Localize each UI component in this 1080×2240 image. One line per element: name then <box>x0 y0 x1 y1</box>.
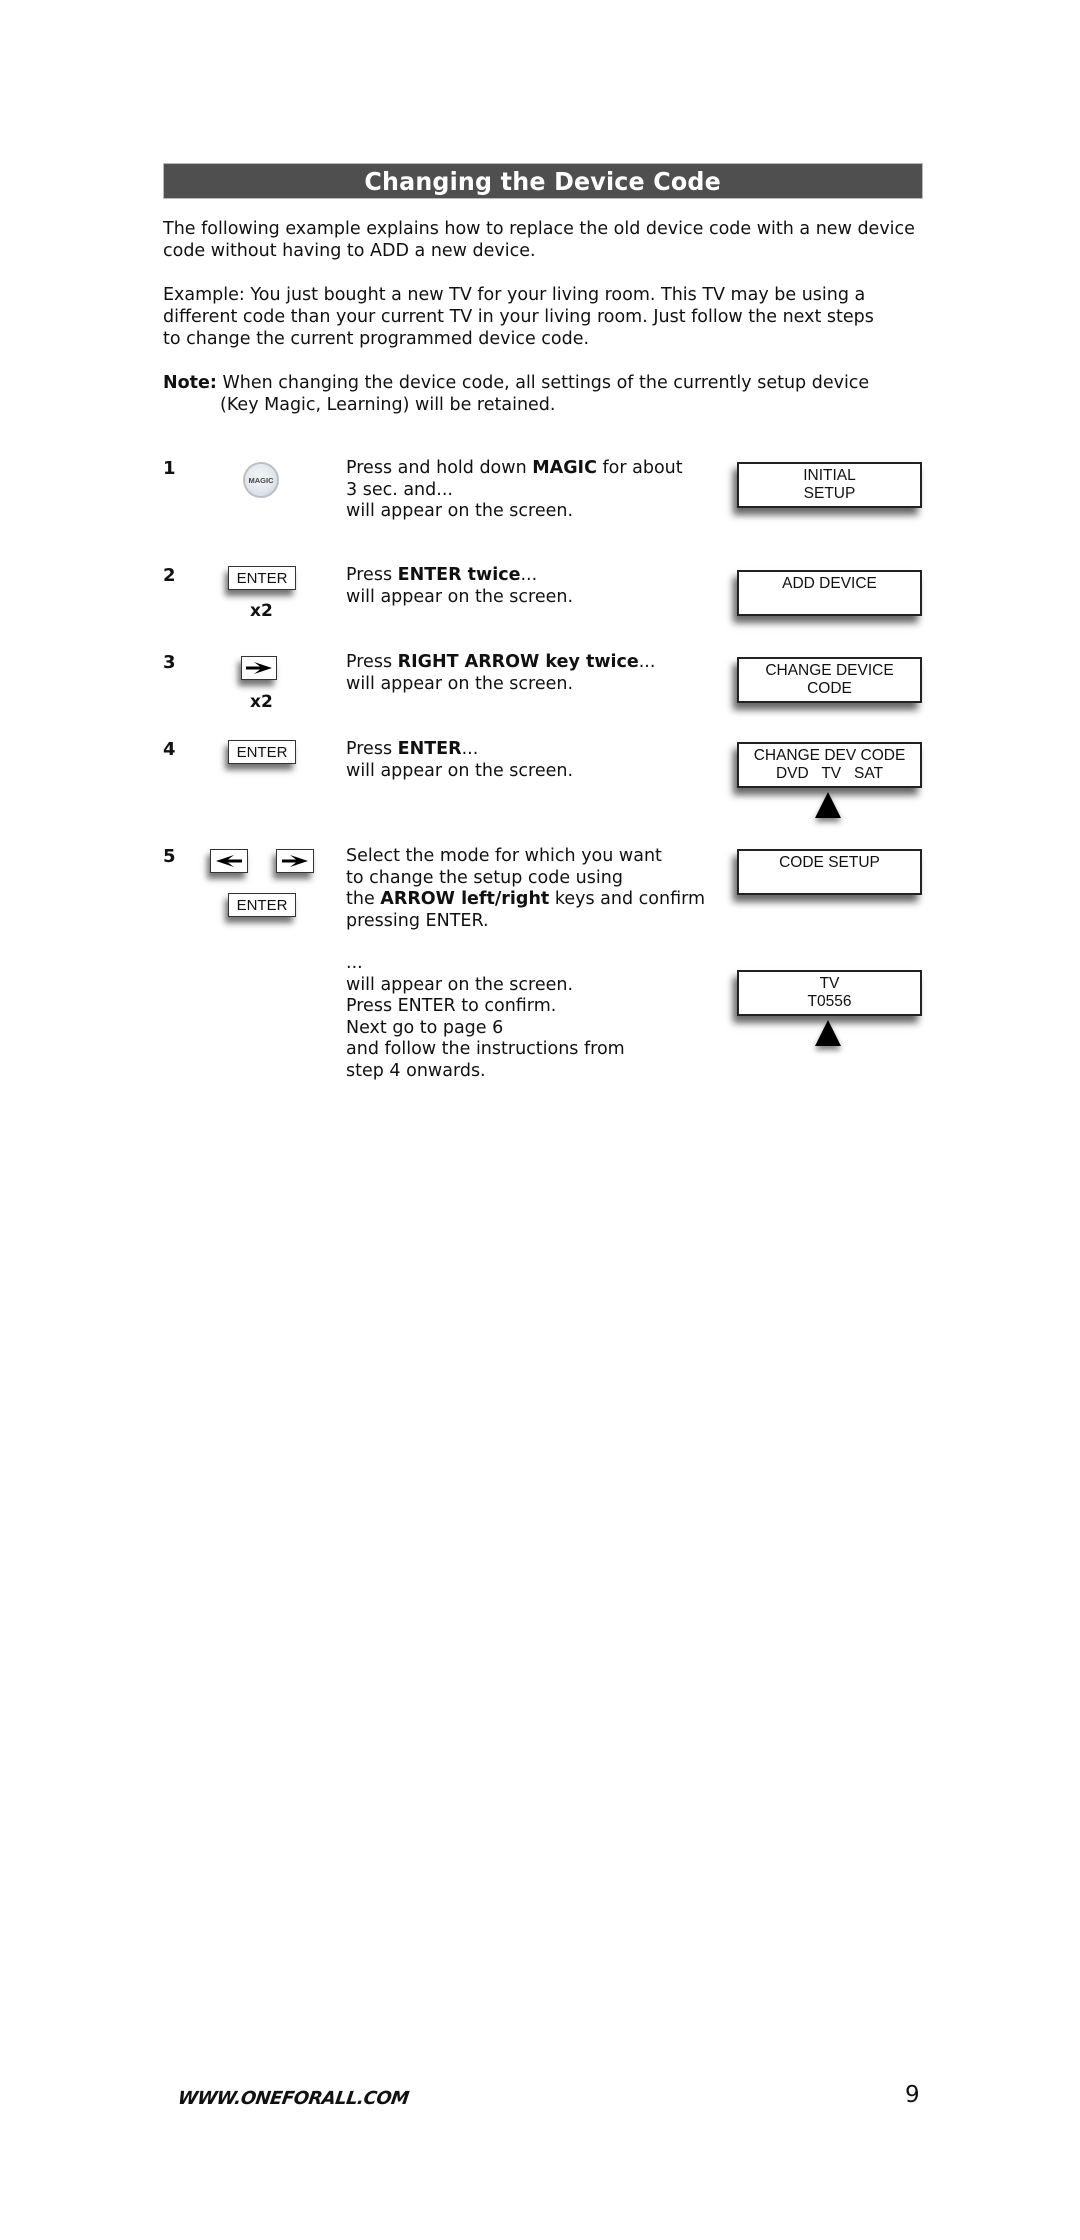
selection-pointer-icon <box>815 792 841 818</box>
step-followup-instructions: ... will appear on the screen. Press ENT… <box>346 953 706 1082</box>
lcd-screen-display: TV T0556 <box>737 970 922 1016</box>
text-bold: MAGIC <box>532 458 597 478</box>
page-number: 9 <box>905 2082 920 2108</box>
step-number: 5 <box>163 846 176 867</box>
text-line: will appear on the screen. <box>346 501 574 521</box>
step-number: 2 <box>163 565 176 586</box>
text-line: will appear on the screen. <box>346 586 574 607</box>
step-number: 3 <box>163 652 176 673</box>
text-segment: keys and confirm <box>549 889 706 909</box>
lcd-line: CHANGE DEV CODE <box>753 747 906 764</box>
left-arrow-key-icon <box>210 849 248 873</box>
magic-key-icon: MAGIC <box>243 462 279 498</box>
text-line: pressing ENTER. <box>346 910 489 931</box>
text-segment: Press <box>346 565 398 585</box>
text-bold: ARROW left/right <box>380 889 550 909</box>
selection-pointer-icon <box>815 1020 841 1046</box>
website-link[interactable]: WWW.ONEFORALL.COM <box>177 2088 411 2109</box>
text-segment: ... <box>461 739 479 759</box>
text-line: ... <box>346 953 363 973</box>
text-segment: Press <box>346 652 398 672</box>
note-paragraph: Note: When changing the device code, all… <box>163 372 923 416</box>
step-number: 1 <box>163 458 176 479</box>
lcd-screen-display: ADD DEVICE <box>737 570 922 616</box>
enter-key-icon: ENTER <box>228 740 296 764</box>
text-line: will appear on the screen. <box>346 673 574 694</box>
enter-key-icon: ENTER <box>228 893 296 917</box>
note-line: When changing the device code, all setti… <box>222 373 870 393</box>
enter-key-icon: ENTER <box>228 566 296 590</box>
lcd-screen-display: CODE SETUP <box>737 849 922 895</box>
step-instructions: Press RIGHT ARROW key twice... will appe… <box>346 652 706 695</box>
text-line: Next go to page 6 <box>346 1017 504 1038</box>
text-segment: ... <box>520 565 538 585</box>
text-line: Press ENTER to confirm. <box>346 996 557 1016</box>
example-line: to change the current programmed device … <box>163 329 590 349</box>
example-line: Example: You just bought a new TV for yo… <box>163 285 866 305</box>
text-line: 3 sec. and... <box>346 479 453 500</box>
text-bold: RIGHT ARROW key twice <box>397 652 639 672</box>
note-line: (Key Magic, Learning) will be retained. <box>220 395 556 415</box>
press-count: x2 <box>250 601 273 621</box>
lcd-line: SETUP <box>803 485 856 502</box>
text-bold: ENTER twice <box>397 565 521 585</box>
lcd-line: CODE SETUP <box>779 854 880 871</box>
page-title-bar: Changing the Device Code <box>163 163 923 199</box>
right-arrow-key-icon <box>276 849 314 873</box>
lcd-screen-display: CHANGE DEVICE CODE <box>737 657 922 703</box>
lcd-line: T0556 <box>807 993 852 1010</box>
lcd-line: DVD TV SAT <box>775 765 884 782</box>
intro-paragraph: The following example explains how to re… <box>163 218 923 262</box>
text-segment: the <box>346 889 381 909</box>
text-line: step 4 onwards. <box>346 1060 486 1081</box>
step-number: 4 <box>163 739 176 760</box>
text-segment: ... <box>638 652 656 672</box>
example-paragraph: Example: You just bought a new TV for yo… <box>163 284 923 350</box>
lcd-line: ADD DEVICE <box>782 575 877 592</box>
text-line: and follow the instructions from <box>346 1039 625 1059</box>
lcd-line: CHANGE DEVICE <box>765 662 894 679</box>
lcd-line: INITIAL <box>803 467 856 484</box>
intro-line: code without having to ADD a new device. <box>163 241 536 261</box>
right-arrow-key-icon <box>241 656 277 680</box>
step-instructions: Press and hold down MAGIC for about 3 se… <box>346 458 706 523</box>
right-arrow-icon <box>246 662 272 674</box>
text-segment: for about <box>596 458 683 478</box>
example-line: different code than your current TV in y… <box>163 307 874 327</box>
lcd-screen-display: CHANGE DEV CODE DVD TV SAT <box>737 742 922 788</box>
text-line: to change the setup code using <box>346 867 623 888</box>
manual-page: Changing the Device Code The following e… <box>0 0 1080 2240</box>
text-line: will appear on the screen. <box>346 760 574 781</box>
step-instructions: Press ENTER twice... will appear on the … <box>346 565 706 608</box>
text-segment: Press <box>346 739 398 759</box>
text-bold: ENTER <box>397 739 462 759</box>
right-arrow-icon <box>282 855 308 867</box>
text-line: Select the mode for which you want <box>346 846 662 866</box>
intro-line: The following example explains how to re… <box>163 219 915 239</box>
lcd-line: CODE <box>807 680 852 697</box>
lcd-screen-display: INITIAL SETUP <box>737 462 922 508</box>
left-arrow-icon <box>216 855 242 867</box>
note-label: Note: <box>163 373 217 393</box>
text-segment: Press and hold down <box>346 458 533 478</box>
press-count: x2 <box>250 692 273 712</box>
page-title: Changing the Device Code <box>364 166 722 196</box>
step-instructions: Select the mode for which you want to ch… <box>346 846 706 932</box>
text-line: will appear on the screen. <box>346 974 574 995</box>
step-instructions: Press ENTER... will appear on the screen… <box>346 739 706 782</box>
lcd-line: TV <box>819 975 840 992</box>
